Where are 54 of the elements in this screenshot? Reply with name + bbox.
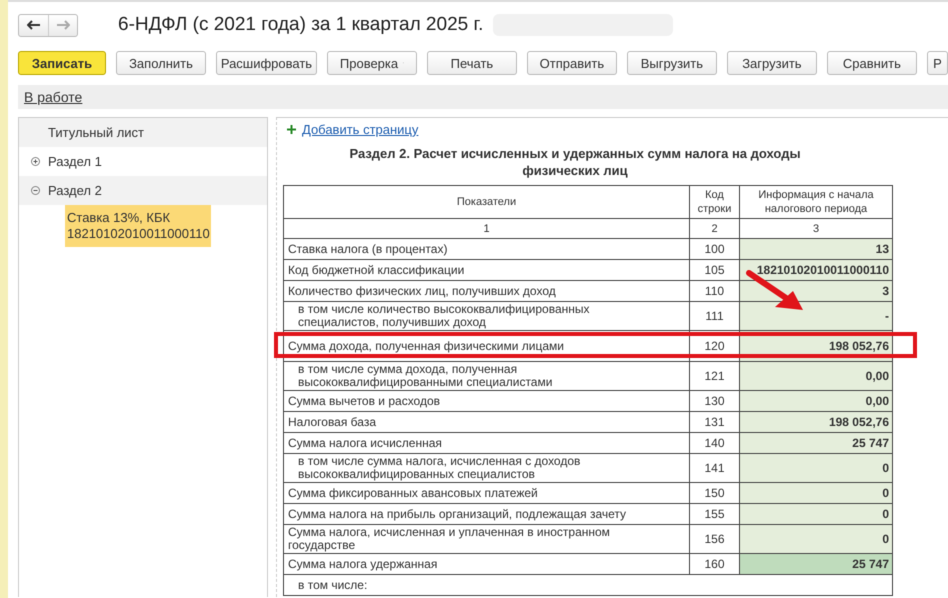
indicator-cell: в том числе количество высококвалифицированных специалистов, получивших доход bbox=[284, 302, 690, 330]
plus-icon bbox=[287, 125, 296, 134]
indicator-cell: Налоговая база bbox=[284, 412, 690, 432]
value-cell[interactable]: 18210102010011000110 bbox=[740, 260, 892, 280]
indicator-cell: Сумма фиксированных авансовых платежей bbox=[284, 482, 690, 504]
value-cell[interactable]: - bbox=[740, 302, 892, 330]
toolbar-button[interactable]: Выгрузить bbox=[626, 51, 717, 75]
value-cell[interactable]: 0 bbox=[740, 454, 892, 482]
column-header: Показатели bbox=[284, 186, 690, 218]
left-arrow-icon bbox=[26, 20, 40, 30]
plus-circle-icon[interactable] bbox=[31, 157, 40, 166]
indicator-cell: Количество физических лиц, получивших доход bbox=[284, 280, 690, 302]
toolbar-button[interactable]: Расшифровать bbox=[216, 51, 317, 75]
indicator-cell: в том числе сумма налога, исчисленная с доходов высококвалифицированных специалистов bbox=[284, 454, 690, 482]
toolbar-button[interactable]: Проверка bbox=[326, 51, 417, 75]
value-cell[interactable]: 25 747 bbox=[740, 554, 892, 574]
value-cell[interactable]: 0 bbox=[740, 482, 892, 504]
indicator-cell: Код бюджетной классификации bbox=[284, 260, 690, 280]
toolbar-button[interactable]: Сравнить bbox=[826, 51, 917, 75]
toolbar-button[interactable]: Р bbox=[926, 51, 948, 75]
add-page-link[interactable]: Добавить страницу bbox=[302, 122, 418, 137]
indicator-cell: в том числе: bbox=[284, 574, 892, 596]
toolbar-button[interactable]: Заполнить bbox=[116, 51, 206, 75]
section-title: Раздел 2. Расчет исчисленных и удержанных сумм налога на доходы физических лиц bbox=[348, 145, 802, 179]
indicator-cell: Сумма налога удержанная bbox=[284, 554, 690, 574]
tree-item[interactable]: Раздел 1 bbox=[19, 147, 267, 176]
column-header: Информация с начала налогового периода bbox=[740, 186, 892, 218]
column-number: 1 bbox=[284, 218, 690, 238]
tree-item[interactable]: Раздел 2 bbox=[19, 176, 267, 205]
value-cell[interactable]: 25 747 bbox=[740, 432, 892, 454]
value-cell[interactable]: 0 bbox=[740, 504, 892, 524]
value-cell[interactable]: 0,00 bbox=[740, 390, 892, 412]
indicator-cell: Сумма налога на прибыль организаций, подлежащая зачету bbox=[284, 504, 690, 524]
value-cell[interactable]: 0,00 bbox=[740, 362, 892, 390]
minus-circle-icon[interactable] bbox=[31, 186, 40, 195]
status-link[interactable]: В работе bbox=[24, 89, 82, 105]
column-number: 2 bbox=[690, 218, 740, 238]
right-arrow-icon bbox=[56, 20, 70, 30]
toolbar-button[interactable]: Загрузить bbox=[726, 51, 817, 75]
indicator-cell: Сумма вычетов и расходов bbox=[284, 390, 690, 412]
toolbar-button[interactable]: Печать bbox=[426, 51, 517, 75]
value-cell[interactable]: 0 bbox=[740, 524, 892, 554]
toolbar-button[interactable]: Отправить bbox=[526, 51, 617, 75]
indicator-cell: Сумма налога исчисленная bbox=[284, 432, 690, 454]
value-cell[interactable]: 13 bbox=[740, 238, 892, 260]
tree-subitem[interactable]: Ставка 13%, КБК 18210102010011000110 bbox=[65, 205, 211, 247]
value-cell[interactable]: 198 052,76 bbox=[740, 412, 892, 432]
indicator-cell: Сумма налога, исчисленная и уплаченная в иностранном государстве bbox=[284, 524, 690, 554]
indicator-cell: в том числе сумма дохода, полученная высококвалифицированными специалистами bbox=[284, 362, 690, 390]
window-title: 6-НДФЛ (с 2021 года) за 1 квартал 2025 г. bbox=[118, 14, 484, 36]
indicator-cell: Ставка налога (в процентах) bbox=[284, 238, 690, 260]
tree-item[interactable]: Титульный лист bbox=[19, 118, 267, 147]
column-header: Код строки bbox=[690, 186, 740, 218]
toolbar-button[interactable]: Записать bbox=[18, 51, 106, 75]
